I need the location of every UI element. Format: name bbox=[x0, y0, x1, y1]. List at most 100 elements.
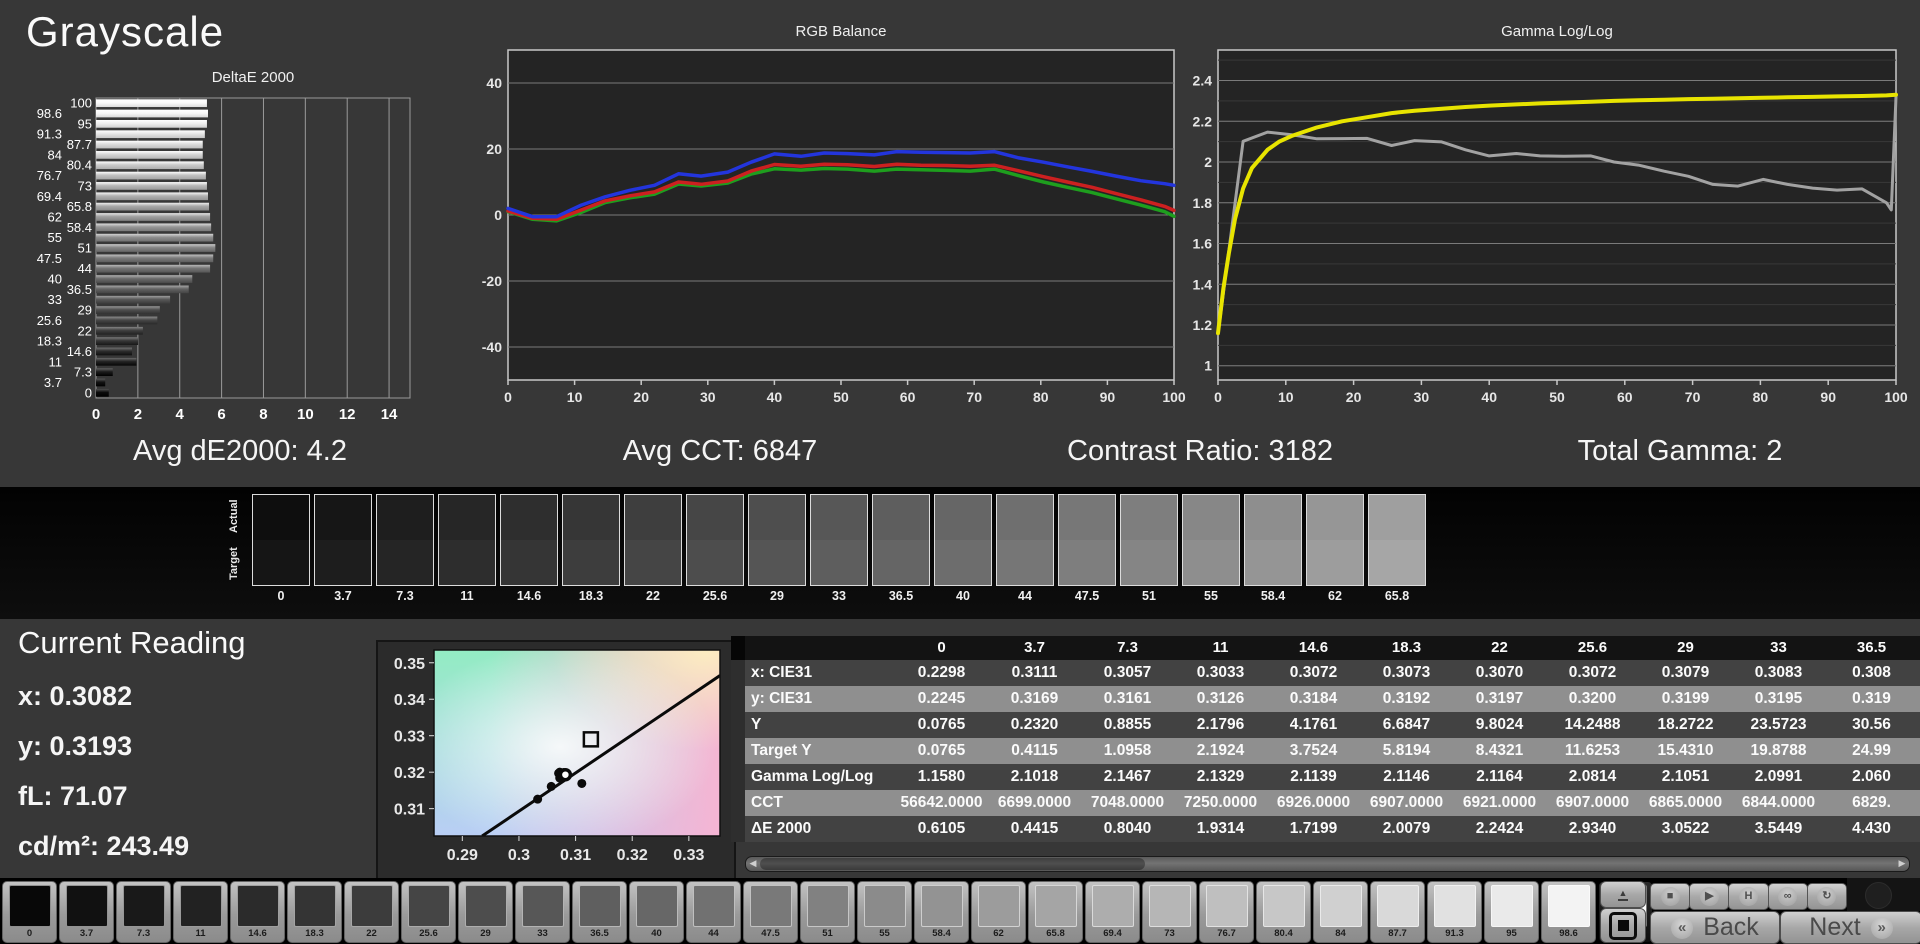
svg-text:40: 40 bbox=[1481, 389, 1497, 405]
back-button[interactable]: « Back bbox=[1650, 911, 1780, 944]
svg-text:10: 10 bbox=[297, 406, 314, 423]
pattern-patch-button[interactable]: 51 bbox=[800, 881, 855, 943]
scroll-right-icon[interactable]: ▶ bbox=[1895, 857, 1909, 871]
table-row: y: CIE310.22450.31690.31610.31260.31840.… bbox=[745, 686, 1920, 712]
stop-button[interactable]: ■ bbox=[1650, 883, 1690, 910]
pattern-patch-button[interactable]: 33 bbox=[515, 881, 570, 943]
table-cell: 0.3195 bbox=[1732, 686, 1825, 712]
table-cell: 2.1329 bbox=[1174, 764, 1267, 790]
pattern-patch-button[interactable]: 98.6 bbox=[1541, 881, 1596, 943]
pattern-patch-button[interactable]: 22 bbox=[344, 881, 399, 943]
target-half bbox=[501, 540, 557, 585]
table-cell: 2.1467 bbox=[1081, 764, 1174, 790]
target-half bbox=[749, 540, 805, 585]
table-header-cell: 29 bbox=[1639, 636, 1732, 660]
pattern-patch-list: 0 3.7 7.3 11 14.6 18.3 22 25.6 29 bbox=[2, 881, 1653, 943]
pattern-patch-button[interactable]: 0 bbox=[2, 881, 57, 943]
pattern-patch-button[interactable]: 44 bbox=[686, 881, 741, 943]
patch-label: 58.4 bbox=[932, 928, 951, 939]
svg-text:0: 0 bbox=[85, 385, 92, 400]
patch-label: 55 bbox=[879, 928, 890, 939]
stop-frame-icon bbox=[1609, 912, 1637, 940]
table-cell: 0.6105 bbox=[895, 816, 988, 842]
table-cell: 1.9314 bbox=[1174, 816, 1267, 842]
table-cell: 1.1580 bbox=[895, 764, 988, 790]
pattern-patch-button[interactable]: 40 bbox=[629, 881, 684, 943]
pattern-patch-button[interactable]: 7.3 bbox=[116, 881, 171, 943]
patch-label: 22 bbox=[366, 928, 377, 939]
scroll-left-icon[interactable]: ◀ bbox=[746, 857, 760, 871]
pattern-patch-button[interactable]: 58.4 bbox=[914, 881, 969, 943]
table-scrollbar[interactable]: ◀ ▶ bbox=[745, 856, 1910, 872]
pattern-patch-button[interactable]: 14.6 bbox=[230, 881, 285, 943]
grayscale-swatch: 25.6 bbox=[686, 494, 744, 603]
pattern-patch-button[interactable]: 95 bbox=[1484, 881, 1539, 943]
contrast-ratio-stat: Contrast Ratio: 3182 bbox=[960, 424, 1440, 478]
table-cell: 0.4115 bbox=[988, 738, 1081, 764]
svg-text:12: 12 bbox=[339, 406, 356, 423]
play-button[interactable]: ▶ bbox=[1689, 883, 1729, 910]
target-half bbox=[811, 540, 867, 585]
grayscale-swatch: 55 bbox=[1182, 494, 1240, 603]
table-cell: 0.3192 bbox=[1360, 686, 1453, 712]
pattern-patch-button[interactable]: 87.7 bbox=[1370, 881, 1425, 943]
svg-text:10: 10 bbox=[567, 389, 583, 405]
refresh-button[interactable]: ↻ bbox=[1807, 883, 1847, 910]
table-cell: 9.8024 bbox=[1453, 712, 1546, 738]
pattern-patch-button[interactable]: 76.7 bbox=[1199, 881, 1254, 943]
loop-button[interactable]: ∞ bbox=[1768, 883, 1808, 910]
table-scrollbar-thumb[interactable] bbox=[760, 858, 1145, 870]
table-row-label: Gamma Log/Log bbox=[745, 764, 895, 790]
actual-half bbox=[625, 495, 681, 540]
grayscale-swatch: 22 bbox=[624, 494, 682, 603]
pattern-patch-button[interactable]: 65.8 bbox=[1028, 881, 1083, 943]
svg-text:1.2: 1.2 bbox=[1193, 317, 1213, 333]
pattern-patch-button[interactable]: 84 bbox=[1313, 881, 1368, 943]
pattern-patch-button[interactable]: 69.4 bbox=[1085, 881, 1140, 943]
swatch-label: 62 bbox=[1328, 589, 1342, 603]
table-header-cell: 22 bbox=[1453, 636, 1546, 660]
pattern-patch-button[interactable]: 25.6 bbox=[401, 881, 456, 943]
pattern-patch-button[interactable]: 36.5 bbox=[572, 881, 627, 943]
target-half bbox=[1183, 540, 1239, 585]
eject-button[interactable]: ▲ bbox=[1600, 881, 1646, 908]
pattern-patch-button[interactable]: 73 bbox=[1142, 881, 1197, 943]
pause-button[interactable]: H bbox=[1728, 883, 1768, 910]
table-header-cell: 14.6 bbox=[1267, 636, 1360, 660]
svg-text:36.5: 36.5 bbox=[67, 282, 92, 297]
swatch-label: 58.4 bbox=[1261, 589, 1285, 603]
pattern-patch-button[interactable]: 3.7 bbox=[59, 881, 114, 943]
svg-text:2: 2 bbox=[1204, 154, 1212, 170]
svg-text:DeltaE 2000: DeltaE 2000 bbox=[212, 69, 295, 86]
svg-text:69.4: 69.4 bbox=[37, 189, 62, 204]
patch-label: 51 bbox=[822, 928, 833, 939]
pattern-patch-button[interactable]: 55 bbox=[857, 881, 912, 943]
table-cell: 6921.0000 bbox=[1453, 790, 1546, 816]
table-cell: 4.430 bbox=[1825, 816, 1918, 842]
svg-text:91.3: 91.3 bbox=[37, 127, 62, 142]
next-button[interactable]: Next » bbox=[1780, 911, 1920, 944]
svg-text:0.29: 0.29 bbox=[447, 847, 478, 864]
svg-text:33: 33 bbox=[48, 292, 62, 307]
swatch-label: 40 bbox=[956, 589, 970, 603]
actual-half bbox=[935, 495, 991, 540]
pattern-patch-button[interactable]: 91.3 bbox=[1427, 881, 1482, 943]
svg-text:62: 62 bbox=[48, 209, 62, 224]
table-cell: 3.5449 bbox=[1732, 816, 1825, 842]
table-cell: 0.2298 bbox=[895, 660, 988, 686]
deltae-2000-chart: DeltaE 200010098.69591.387.78480.476.773… bbox=[8, 64, 448, 426]
table-row-label: CCT bbox=[745, 790, 895, 816]
patch-chip bbox=[1263, 885, 1305, 927]
pattern-patch-button[interactable]: 80.4 bbox=[1256, 881, 1311, 943]
pattern-patch-button[interactable]: 18.3 bbox=[287, 881, 342, 943]
pattern-patch-button[interactable]: 11 bbox=[173, 881, 228, 943]
table-cell: 0.3070 bbox=[1453, 660, 1546, 686]
pattern-patch-button[interactable]: 29 bbox=[458, 881, 513, 943]
patch-chip bbox=[636, 885, 678, 927]
stop-pattern-button[interactable] bbox=[1600, 908, 1646, 943]
swatch-label: 51 bbox=[1142, 589, 1156, 603]
table-cell: 2.1796 bbox=[1174, 712, 1267, 738]
table-cell: 2.1051 bbox=[1639, 764, 1732, 790]
pattern-patch-button[interactable]: 47.5 bbox=[743, 881, 798, 943]
pattern-patch-button[interactable]: 62 bbox=[971, 881, 1026, 943]
